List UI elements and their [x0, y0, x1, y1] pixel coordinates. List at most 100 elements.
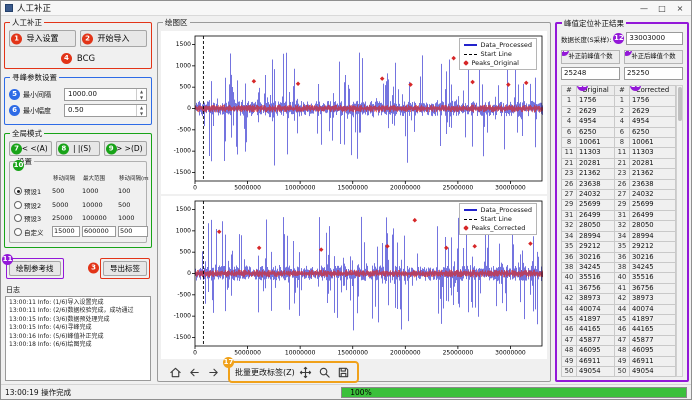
peak-value-cell[interactable]: 38973 [629, 294, 675, 304]
preset-radio[interactable] [14, 214, 22, 222]
peak-index-cell[interactable]: 38 [562, 262, 577, 272]
preset-value[interactable]: 500 [118, 226, 148, 237]
peak-index-cell[interactable]: 36 [614, 252, 629, 262]
peak-index-cell[interactable]: 21 [614, 158, 629, 168]
peak-value-cell[interactable]: 36756 [629, 283, 675, 293]
peak-value-cell[interactable]: 41897 [577, 314, 615, 324]
peak-value-cell[interactable]: 20281 [629, 158, 675, 168]
peak-index-cell[interactable]: 29 [562, 200, 577, 210]
peak-value-cell[interactable]: 44165 [577, 325, 615, 335]
peak-index-cell[interactable]: 2 [562, 106, 577, 116]
peaks-table-row[interactable]: 42389734238973 [562, 294, 676, 304]
maximize-button[interactable]: □ [653, 4, 671, 13]
peak-index-cell[interactable]: 46 [614, 325, 629, 335]
peak-value-cell[interactable]: 28050 [629, 221, 675, 231]
peak-index-cell[interactable]: 45 [562, 314, 577, 324]
peak-value-cell[interactable]: 40074 [629, 304, 675, 314]
peak-index-cell[interactable]: 34 [562, 231, 577, 241]
peak-value-cell[interactable]: 10061 [577, 138, 615, 148]
peak-value-cell[interactable]: 34245 [577, 262, 615, 272]
peak-value-cell[interactable]: 21362 [629, 169, 675, 179]
peak-index-cell[interactable]: 49 [614, 356, 629, 366]
peak-value-cell[interactable]: 20281 [577, 158, 615, 168]
peak-index-cell[interactable]: 40 [562, 273, 577, 283]
peak-index-cell[interactable]: 26 [562, 179, 577, 189]
peak-index-cell[interactable]: 36 [562, 252, 577, 262]
preset-value[interactable]: 15000 [52, 226, 80, 237]
peak-index-cell[interactable]: 23 [614, 169, 629, 179]
peak-index-cell[interactable]: 41 [614, 283, 629, 293]
peak-index-cell[interactable]: 23 [562, 169, 577, 179]
peak-value-cell[interactable]: 25699 [577, 200, 615, 210]
peak-index-cell[interactable]: 11 [562, 148, 577, 158]
peak-index-cell[interactable]: 42 [562, 294, 577, 304]
peaks-table-row[interactable]: 41367564136756 [562, 283, 676, 293]
save-icon[interactable] [336, 364, 352, 380]
peak-value-cell[interactable]: 11303 [629, 148, 675, 158]
peak-index-cell[interactable]: 27 [562, 190, 577, 200]
peaks-table-row[interactable]: 31264993126499 [562, 210, 676, 220]
peak-value-cell[interactable]: 46095 [577, 346, 615, 356]
peak-value-cell[interactable]: 49054 [577, 366, 615, 376]
preset-radio[interactable] [14, 187, 22, 195]
peaks-table-row[interactable]: 48460954846095 [562, 346, 676, 356]
peak-value-cell[interactable]: 35516 [577, 273, 615, 283]
peak-index-cell[interactable]: 50 [614, 366, 629, 376]
preset-radio[interactable] [14, 228, 22, 236]
min-amplitude-spinbox[interactable]: 0.50 [64, 104, 147, 117]
peak-value-cell[interactable]: 4954 [577, 117, 615, 127]
peak-index-cell[interactable]: 32 [614, 221, 629, 231]
export-labels-button[interactable]: 导出标签 [103, 261, 147, 276]
minimize-button[interactable]: — [635, 4, 653, 13]
peaks-table-row[interactable]: 6625066250 [562, 127, 676, 137]
peak-index-cell[interactable]: 27 [614, 190, 629, 200]
peak-index-cell[interactable]: 48 [614, 346, 629, 356]
peak-index-cell[interactable]: 48 [562, 346, 577, 356]
peak-value-cell[interactable]: 28994 [577, 231, 615, 241]
peak-value-cell[interactable]: 30216 [629, 252, 675, 262]
home-icon[interactable] [167, 364, 183, 380]
peak-value-cell[interactable]: 28050 [577, 221, 615, 231]
back-icon[interactable] [186, 364, 202, 380]
peak-index-cell[interactable]: 44 [614, 304, 629, 314]
peak-value-cell[interactable]: 28994 [629, 231, 675, 241]
peaks-table-row[interactable]: 810061810061 [562, 138, 676, 148]
peaks-table-row[interactable]: 29256992925699 [562, 200, 676, 210]
peak-value-cell[interactable]: 35516 [629, 273, 675, 283]
peaks-table-row[interactable]: 11113031111303 [562, 148, 676, 158]
peak-value-cell[interactable]: 44165 [629, 325, 675, 335]
log-area[interactable]: 13:00:11 Info: (1/6)导入设置完成13:00:11 Info:… [5, 296, 151, 382]
peak-index-cell[interactable]: 4 [614, 117, 629, 127]
peak-value-cell[interactable]: 1756 [629, 96, 675, 106]
peak-index-cell[interactable]: 4 [562, 117, 577, 127]
batch-edit-label[interactable]: 批量更改标签(Z) [235, 367, 295, 378]
spinner-arrows-icon[interactable] [136, 89, 146, 100]
table-scrollbar[interactable] [676, 85, 683, 377]
peaks-table-row[interactable]: 21202812120281 [562, 158, 676, 168]
peaks-table-row[interactable]: 4495444954 [562, 117, 676, 127]
peak-value-cell[interactable]: 10061 [629, 138, 675, 148]
peak-index-cell[interactable]: 47 [614, 335, 629, 345]
import-settings-button[interactable]: 1 导入设置 [9, 30, 76, 47]
peak-value-cell[interactable]: 41897 [629, 314, 675, 324]
peaks-table-row[interactable]: 36302163630216 [562, 252, 676, 262]
peak-index-cell[interactable]: 29 [614, 200, 629, 210]
peak-index-cell[interactable]: 35 [562, 242, 577, 252]
peak-value-cell[interactable]: 46911 [629, 356, 675, 366]
peak-value-cell[interactable]: 36756 [577, 283, 615, 293]
peaks-table-row[interactable]: 32280503228050 [562, 221, 676, 231]
peaks-table-row[interactable]: 34289943428994 [562, 231, 676, 241]
peaks-table-row[interactable]: 49469114946911 [562, 356, 676, 366]
peaks-table-row[interactable]: 2262922629 [562, 106, 676, 116]
peak-index-cell[interactable]: 11 [614, 148, 629, 158]
peak-index-cell[interactable]: 46 [562, 325, 577, 335]
mode-prev-button[interactable]: 7 < <(A) [9, 141, 52, 156]
peak-index-cell[interactable]: 2 [614, 106, 629, 116]
forward-icon[interactable] [205, 364, 221, 380]
peak-value-cell[interactable]: 1756 [577, 96, 615, 106]
peak-index-cell[interactable]: 42 [614, 294, 629, 304]
peak-index-cell[interactable]: 38 [614, 262, 629, 272]
peaks-table-row[interactable]: 1175611756 [562, 96, 676, 106]
peak-value-cell[interactable]: 45877 [577, 335, 615, 345]
peak-value-cell[interactable]: 34245 [629, 262, 675, 272]
